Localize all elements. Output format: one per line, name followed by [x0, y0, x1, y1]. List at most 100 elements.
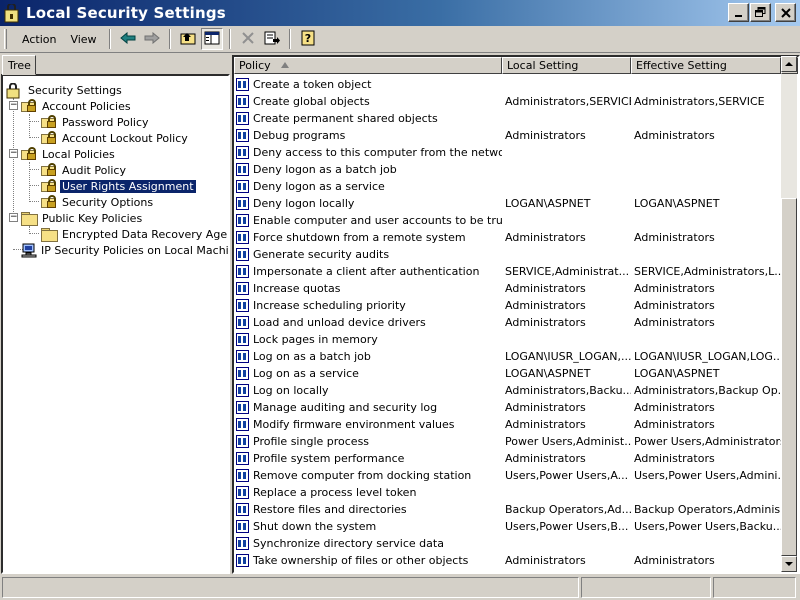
back-button[interactable] — [117, 28, 139, 50]
table-row[interactable]: Restore files and directories Backup Oper… — [234, 501, 784, 518]
toolbar-separator — [288, 29, 291, 49]
effective-setting-cell: Administrators — [634, 299, 715, 312]
policy-cell: Create permanent shared objects — [234, 112, 502, 125]
table-row[interactable]: Create permanent shared objects — [234, 110, 784, 127]
policy-cell: Log on as a batch job — [234, 350, 502, 363]
policy-name: Take ownership of files or other objects — [253, 554, 469, 567]
table-row[interactable]: Load and unload device drivers Administra… — [234, 314, 784, 331]
table-row[interactable]: Remove computer from docking station User… — [234, 467, 784, 484]
tree-node-user-rights-assignment[interactable]: User Rights Assignment — [41, 178, 197, 194]
table-row[interactable]: Debug programs Administrators Administrato… — [234, 127, 784, 144]
table-row[interactable]: Take ownership of files or other objects… — [234, 552, 784, 569]
effective-setting-cell: Backup Operators,Adminis... — [634, 503, 781, 516]
table-row[interactable]: Log on as a service LOGAN\ASPNET LOGAN\ASP… — [234, 365, 784, 382]
tab-tree[interactable]: Tree — [2, 55, 36, 75]
menu-toolbar: Action View ? — [0, 26, 800, 53]
tree-node-security-options[interactable]: Security Options — [41, 194, 155, 210]
table-row[interactable]: Log on locally Administrators,Backu... Adm… — [234, 382, 784, 399]
table-row[interactable]: Generate security audits — [234, 246, 784, 263]
table-row[interactable]: Impersonate a client after authenticatio… — [234, 263, 784, 280]
policy-cell: Generate security audits — [234, 248, 502, 261]
table-row[interactable]: Increase quotas Administrators Administrat… — [234, 280, 784, 297]
table-row[interactable]: Force shutdown from a remote system Admin… — [234, 229, 784, 246]
tree-node-account-policies[interactable]: Account Policies — [21, 98, 133, 114]
minimize-button[interactable] — [728, 3, 749, 22]
policy-setting-icon — [236, 520, 250, 533]
column-header-policy[interactable]: Policy — [234, 57, 502, 74]
table-row[interactable]: Enable computer and user accounts to be … — [234, 212, 784, 229]
tree-node-local-policies[interactable]: Local Policies — [21, 146, 117, 162]
tree-collapse-toggle[interactable]: − — [9, 213, 18, 222]
table-row[interactable]: Deny access to this computer from the ne… — [234, 144, 784, 161]
tree-node-audit-policy[interactable]: Audit Policy — [41, 162, 128, 178]
tree-node-password-policy[interactable]: Password Policy — [41, 114, 151, 130]
policy-name: Generate security audits — [253, 248, 390, 261]
tree-node-label: IP Security Policies on Local Machine — [41, 243, 230, 257]
tree-collapse-toggle[interactable]: − — [9, 101, 18, 110]
forward-button[interactable] — [141, 28, 163, 50]
tree-node-account-lockout-policy[interactable]: Account Lockout Policy — [41, 130, 190, 146]
scrollbar-thumb[interactable] — [781, 198, 797, 556]
table-row[interactable]: Deny logon as a service — [234, 178, 784, 195]
tree-node-public-key-policies[interactable]: Public Key Policies — [21, 210, 144, 226]
policy-setting-icon — [236, 265, 250, 278]
effective-setting-cell: Administrators — [634, 452, 715, 465]
effective-setting-cell: Users,Power Users,Admini... — [634, 469, 781, 482]
sort-ascending-icon — [281, 62, 289, 68]
column-header-local-setting[interactable]: Local Setting — [502, 57, 631, 74]
table-row[interactable]: Modify firmware environment values Admini… — [234, 416, 784, 433]
close-button[interactable] — [775, 3, 796, 22]
table-row[interactable]: Lock pages in memory — [234, 331, 784, 348]
menu-view[interactable]: View — [63, 33, 103, 46]
policy-setting-icon — [236, 503, 250, 516]
tree-node-label: Local Policies — [42, 147, 115, 161]
tree-node-ip-security-policies[interactable]: IP Security Policies on Local Machine — [21, 242, 230, 258]
restore-button[interactable] — [750, 3, 771, 22]
tree-collapse-toggle[interactable]: − — [9, 149, 18, 158]
locked-folder-icon — [21, 147, 37, 161]
policy-cell: Deny logon as a service — [234, 180, 502, 193]
table-row[interactable]: Deny logon locally LOGAN\ASPNET LOGAN\ASPN… — [234, 195, 784, 212]
vertical-scrollbar[interactable] — [781, 56, 797, 572]
effective-setting-cell: LOGAN\ASPNET — [634, 367, 720, 380]
policy-cell: Force shutdown from a remote system — [234, 231, 502, 244]
export-list-button[interactable] — [261, 28, 283, 50]
back-arrow-icon — [119, 31, 136, 47]
policy-cell: Lock pages in memory — [234, 333, 502, 346]
up-one-level-button[interactable] — [177, 28, 199, 50]
table-row[interactable]: Increase scheduling priority Administrato… — [234, 297, 784, 314]
table-row[interactable]: Deny logon as a batch job — [234, 161, 784, 178]
policy-setting-icon — [236, 214, 250, 227]
scroll-up-button[interactable] — [781, 56, 797, 72]
menu-action[interactable]: Action — [15, 33, 63, 46]
policy-list-pane[interactable]: Policy Local Setting Effective Setting C… — [232, 55, 800, 574]
table-row[interactable]: Manage auditing and security log Administ… — [234, 399, 784, 416]
toolbar-grip[interactable] — [4, 29, 7, 49]
network-computer-icon — [21, 242, 39, 258]
policy-cell: Synchronize directory service data — [234, 537, 502, 550]
scroll-down-button[interactable] — [781, 556, 797, 572]
tree-node-encrypted-data-recovery-agents[interactable]: Encrypted Data Recovery Agents — [41, 226, 230, 242]
column-header-effective-setting[interactable]: Effective Setting — [631, 57, 781, 74]
security-settings-app-icon[interactable] — [4, 2, 22, 23]
show-hide-tree-button[interactable] — [200, 28, 223, 50]
policy-name: Increase quotas — [253, 282, 341, 295]
tree-node-label: Encrypted Data Recovery Agents — [62, 227, 230, 241]
table-row[interactable]: Profile system performance Administrators… — [234, 450, 784, 467]
locked-folder-icon — [41, 115, 57, 129]
table-row[interactable]: Replace a process level token — [234, 484, 784, 501]
delete-button[interactable] — [237, 28, 259, 50]
policy-setting-icon — [236, 299, 250, 312]
table-row[interactable]: Shut down the system Users,Power Users,B.… — [234, 518, 784, 535]
local-setting-cell: Administrators,Backu... — [505, 384, 631, 397]
tree-node-security-settings[interactable]: Security Settings — [5, 82, 124, 99]
table-row[interactable]: Create a token object — [234, 76, 784, 93]
local-setting-cell: Backup Operators,Ad... — [505, 503, 631, 516]
table-row[interactable]: Create global objects Administrators,SERV… — [234, 93, 784, 110]
help-button[interactable]: ? — [297, 28, 319, 50]
table-row[interactable]: Profile single process Power Users,Admini… — [234, 433, 784, 450]
table-row[interactable]: Log on as a batch job LOGAN\IUSR_LOGAN,..… — [234, 348, 784, 365]
table-row[interactable]: Synchronize directory service data — [234, 535, 784, 552]
tree-pane[interactable]: Security Settings − Account Policies Pas… — [1, 74, 230, 574]
tree-node-label: Account Policies — [42, 99, 131, 113]
